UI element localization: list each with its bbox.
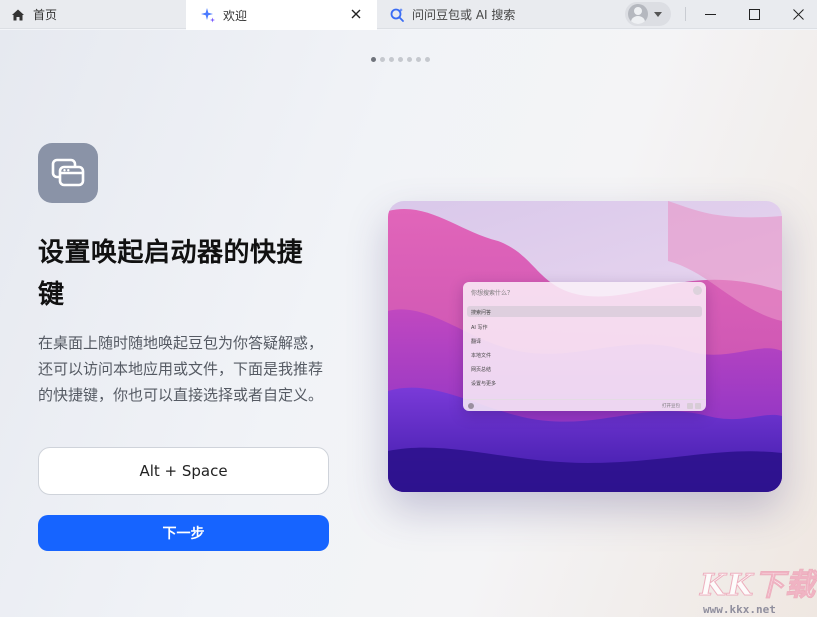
carousel-dot[interactable] [416, 57, 421, 62]
avatar [628, 4, 648, 24]
chevron-down-icon [654, 11, 662, 17]
key-icon [695, 403, 701, 409]
close-tab-button[interactable] [349, 7, 363, 21]
close-icon [351, 9, 361, 19]
next-button[interactable]: 下一步 [38, 515, 329, 551]
tab-welcome[interactable]: 欢迎 [186, 0, 377, 30]
launcher-footer: 打开豆包 [463, 399, 706, 411]
carousel-dot[interactable] [371, 57, 376, 62]
carousel-dot[interactable] [398, 57, 403, 62]
title-bar: 首页 欢迎 问问豆包或 AI 搜索 [0, 0, 817, 30]
launcher-footer-hint: 打开豆包 [662, 404, 680, 409]
carousel-dot[interactable] [389, 57, 394, 62]
minimize-icon [704, 14, 716, 15]
doubao-logo-icon [468, 403, 474, 409]
watermark-logo: KK下载 [699, 568, 817, 604]
ai-search-icon [389, 7, 405, 23]
tab-home-label: 首页 [33, 8, 58, 22]
page-title: 设置唤起启动器的快捷键 [38, 238, 304, 310]
launcher-window-preview: 你想搜索什么？ 搜索问答 AI 写作 翻译 本地文件 网页总结 设置与更多 打开… [463, 282, 706, 411]
key-icon [687, 403, 693, 409]
window-stack-icon [51, 158, 85, 187]
carousel-dot[interactable] [380, 57, 385, 62]
maximize-button[interactable] [732, 0, 776, 29]
sparkle-icon [200, 7, 216, 23]
home-icon [10, 7, 26, 23]
launcher-app-icon [38, 143, 98, 203]
divider [685, 7, 686, 21]
page-description: 在桌面上随时随地唤起豆包为你答疑解惑，还可以访问本地应用或文件，下面是我推荐的快… [38, 334, 324, 404]
launcher-item: AI 写作 [471, 325, 488, 331]
launcher-item: 本地文件 [471, 353, 492, 359]
launcher-item: 网页总结 [471, 367, 492, 373]
window-close-button[interactable] [776, 0, 817, 29]
launcher-preview-image: 你想搜索什么？ 搜索问答 AI 写作 翻译 本地文件 网页总结 设置与更多 打开… [388, 201, 782, 492]
tab-welcome-label: 欢迎 [223, 8, 248, 23]
launcher-search-placeholder: 你想搜索什么？ [471, 290, 514, 297]
launcher-item: 翻译 [471, 339, 482, 345]
launcher-item: 设置与更多 [471, 381, 497, 387]
close-icon [792, 9, 804, 20]
minimize-button[interactable] [688, 0, 732, 29]
microphone-icon [693, 286, 702, 295]
watermark-url: www.kkx.net [703, 603, 776, 616]
maximize-icon [748, 9, 760, 20]
carousel-indicator [371, 57, 430, 62]
launcher-item: 搜索问答 [467, 306, 702, 317]
tab-ai-search-label: 问问豆包或 AI 搜索 [412, 8, 516, 22]
carousel-dot[interactable] [407, 57, 412, 62]
tab-home[interactable]: 首页 [0, 0, 186, 29]
tab-ai-search[interactable]: 问问豆包或 AI 搜索 [377, 0, 617, 29]
shortcut-value: Alt + Space [139, 462, 228, 480]
account-menu-button[interactable] [625, 2, 671, 26]
welcome-page: 设置唤起启动器的快捷键 在桌面上随时随地唤起豆包为你答疑解惑，还可以访问本地应用… [0, 30, 817, 617]
carousel-dot[interactable] [425, 57, 430, 62]
shortcut-input[interactable]: Alt + Space [38, 447, 329, 495]
